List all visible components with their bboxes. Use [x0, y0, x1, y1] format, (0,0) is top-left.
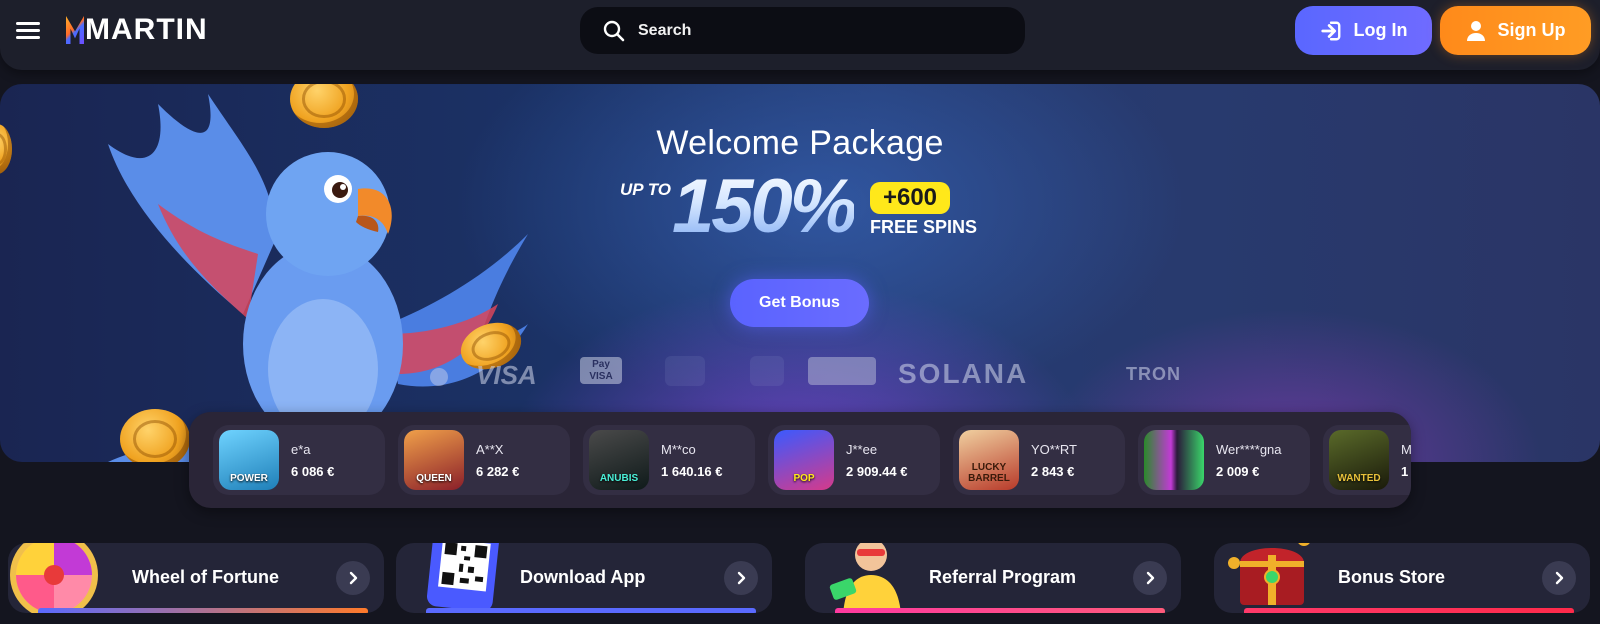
winner-name: e*a: [291, 441, 311, 457]
promo-accent-bar: [38, 608, 368, 613]
search-placeholder: Search: [638, 21, 692, 39]
apple-pay-logo: Pay VISA: [580, 357, 622, 384]
chevron-right-icon[interactable]: [1133, 561, 1167, 595]
parrot-mascot-image: [108, 94, 528, 462]
tron-logo: TRON: [1126, 364, 1181, 384]
top-header: MARTIN Search Log In Sign Up: [0, 0, 1600, 70]
promo-card-bonus-store[interactable]: Bonus Store: [1214, 543, 1590, 613]
winner-name: J**ee: [846, 441, 878, 457]
menu-icon[interactable]: [16, 20, 40, 40]
winner-card[interactable]: WANTED M* 1 7: [1323, 425, 1411, 495]
coin-icon: [0, 124, 12, 174]
game-thumbnail: POWER: [219, 430, 279, 490]
game-thumbnail: QUEEN: [404, 430, 464, 490]
signup-label: Sign Up: [1497, 20, 1566, 40]
winner-name: Wer****gna: [1216, 441, 1282, 457]
promo-accent-bar: [835, 608, 1165, 613]
get-bonus-button[interactable]: Get Bonus: [730, 279, 869, 327]
chevron-right-icon[interactable]: [724, 561, 758, 595]
chevron-right-icon[interactable]: [336, 561, 370, 595]
winner-amount: 1 640.16 €: [661, 463, 723, 479]
winner-card[interactable]: LUCKY BARREL YO**RT 2 843 €: [953, 425, 1125, 495]
game-thumbnail: LUCKY BARREL: [959, 430, 1019, 490]
winner-amount: 2 843 €: [1031, 463, 1075, 479]
free-spins-badge: +600: [870, 182, 950, 214]
payment-logo-box: [808, 357, 876, 385]
winner-amount: 6 086 €: [291, 463, 335, 479]
promo-accent-bar: [426, 608, 756, 613]
hero-percent: 150%: [672, 164, 857, 249]
treasure-chest-icon: [1228, 543, 1310, 605]
winner-name: YO**RT: [1031, 441, 1077, 457]
promo-accent-bar: [1244, 608, 1574, 613]
site-logo[interactable]: MARTIN: [66, 14, 208, 46]
winner-name: A**X: [476, 441, 504, 457]
chevron-right-icon[interactable]: [1542, 561, 1576, 595]
search-icon: [603, 20, 625, 41]
winner-amount: 1 7: [1401, 463, 1411, 479]
search-input[interactable]: Search: [580, 7, 1025, 54]
login-button[interactable]: Log In: [1295, 6, 1432, 55]
winner-card[interactable]: QUEEN A**X 6 282 €: [398, 425, 570, 495]
promo-card-referral-program[interactable]: Referral Program: [805, 543, 1181, 613]
logo-text: MARTIN: [85, 13, 208, 46]
promo-label: Bonus Store: [1338, 567, 1446, 587]
recent-winners-strip: POWER e*a 6 086 € QUEEN A**X 6 282 € ANUBI…: [189, 412, 1411, 508]
promo-label: Referral Program: [929, 567, 1077, 587]
wheel-of-fortune-icon: [10, 543, 98, 613]
signup-button[interactable]: Sign Up: [1440, 6, 1591, 55]
game-thumbnail: [1144, 430, 1204, 490]
coin-icon: [120, 409, 190, 462]
game-thumbnail: POP: [774, 430, 834, 490]
winner-name: M*: [1401, 441, 1411, 457]
game-thumbnail: ANUBIS: [589, 430, 649, 490]
get-bonus-label: Get Bonus: [759, 294, 840, 311]
hero-banner: Welcome Package UP TO 150% +600 FREE SPI…: [0, 84, 1600, 462]
login-icon: [1320, 21, 1340, 40]
promo-label: Download App: [520, 567, 646, 587]
free-spins-text: FREE SPINS: [870, 217, 978, 237]
winner-card[interactable]: ANUBIS M**co 1 640.16 €: [583, 425, 755, 495]
logo-mark-icon: [66, 16, 84, 44]
referral-character-icon: [829, 543, 901, 613]
hero-up-to: UP TO: [620, 180, 672, 199]
solana-logo: SOLANA: [898, 358, 1029, 389]
hero-title: Welcome Package: [656, 124, 944, 162]
promo-card-wheel-of-fortune[interactable]: Wheel of Fortune: [8, 543, 384, 613]
winner-card[interactable]: POP J**ee 2 909.44 €: [768, 425, 940, 495]
user-icon: [1466, 20, 1485, 41]
login-label: Log In: [1353, 20, 1408, 40]
payment-logo-faint: [750, 356, 784, 386]
winner-card[interactable]: Wer****gna 2 009 €: [1138, 425, 1310, 495]
payment-circle-icon: [430, 368, 448, 386]
winner-name: M**co: [661, 441, 696, 457]
winner-amount: 2 009 €: [1216, 463, 1260, 479]
qr-code-icon: [426, 543, 500, 612]
winner-amount: 6 282 €: [476, 463, 520, 479]
winner-amount: 2 909.44 €: [846, 463, 908, 479]
winner-card[interactable]: POWER e*a 6 086 €: [213, 425, 385, 495]
visa-logo: VISA: [476, 360, 537, 390]
promo-card-download-app[interactable]: Download App: [396, 543, 772, 613]
payment-logo-faint: [665, 356, 705, 386]
game-thumbnail: WANTED: [1329, 430, 1389, 490]
promo-label: Wheel of Fortune: [132, 567, 279, 587]
